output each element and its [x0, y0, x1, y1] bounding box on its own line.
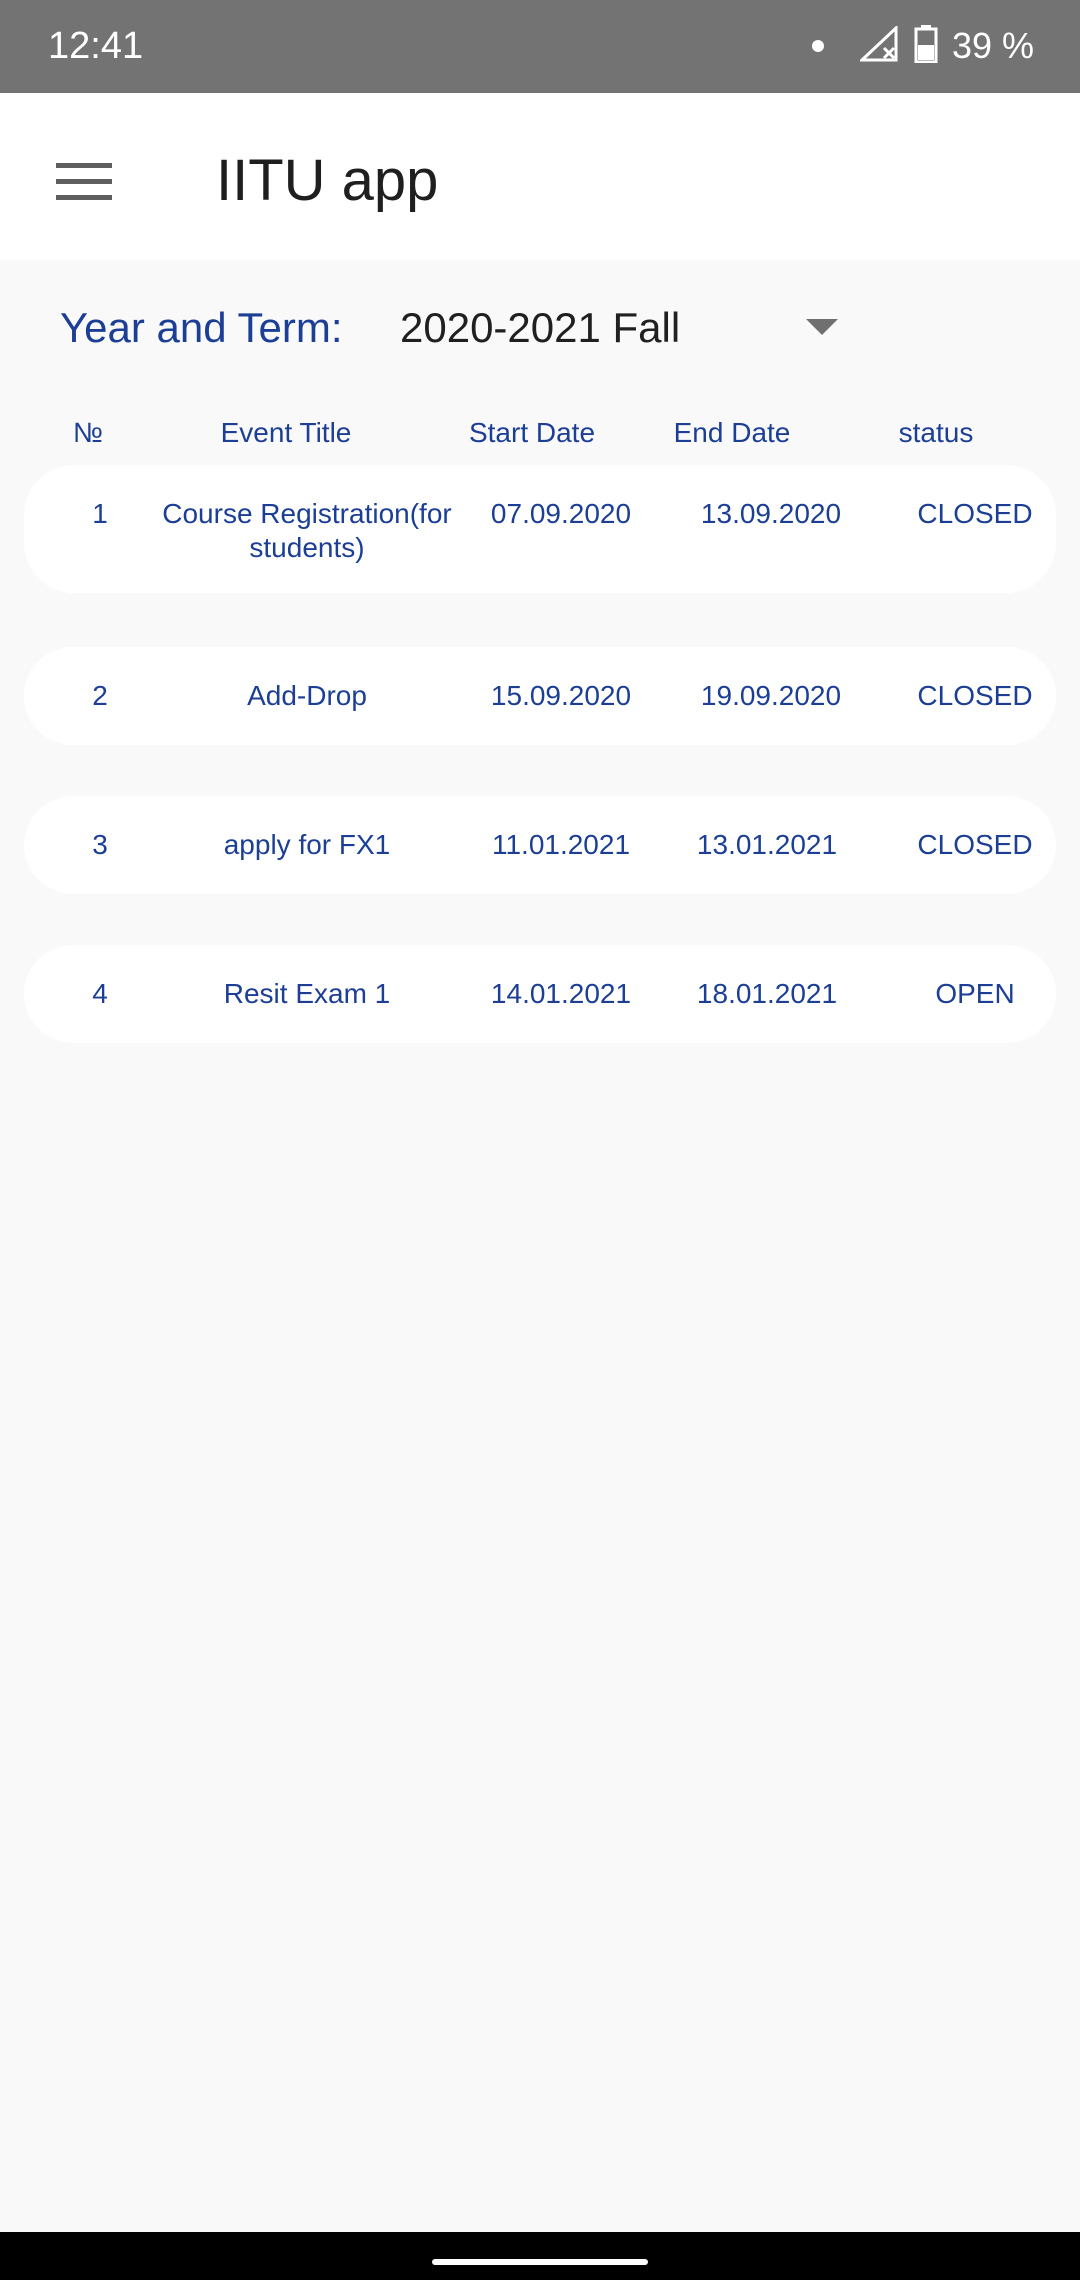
row-number: 3: [92, 829, 108, 860]
table-header: № Event Title Start Date End Date status: [0, 408, 1080, 458]
table-row[interactable]: 2 Add-Drop 15.09.2020 19.09.2020 CLOSED: [24, 647, 1056, 745]
row-end-date: 13.09.2020: [700, 498, 842, 529]
row-start-date: 14.01.2021: [490, 978, 632, 1009]
row-event-title: Add-Drop: [247, 680, 367, 711]
notification-dot-icon: [811, 40, 824, 52]
header-end-date: End Date: [673, 417, 791, 448]
header-status: status: [898, 417, 974, 448]
row-number: 4: [92, 978, 108, 1009]
term-selector-row: Year and Term: 2020-2021 Fall: [0, 260, 1080, 390]
row-start-date: 07.09.2020: [490, 498, 632, 529]
home-indicator[interactable]: [432, 2259, 648, 2265]
row-start-date: 15.09.2020: [490, 680, 632, 711]
row-status: CLOSED: [917, 680, 1033, 711]
app-bar: IITU app: [0, 93, 1080, 260]
row-event-title: apply for FX1: [223, 829, 391, 860]
battery-icon: [914, 24, 938, 68]
row-status: CLOSED: [917, 498, 1033, 529]
header-number: №: [72, 417, 104, 448]
row-end-date: 18.01.2021: [696, 978, 838, 1009]
row-status: CLOSED: [917, 829, 1033, 860]
status-time: 12:41: [48, 25, 144, 67]
status-icons: 39 %: [811, 22, 1034, 70]
row-end-date: 19.09.2020: [700, 680, 842, 711]
row-number: 1: [92, 498, 108, 529]
term-label: Year and Term:: [60, 304, 343, 351]
row-status: OPEN: [935, 978, 1015, 1009]
header-event-title: Event Title: [220, 417, 352, 448]
row-event-title: Course Registration(for students): [162, 498, 452, 563]
hamburger-menu-icon[interactable]: [44, 141, 124, 221]
row-start-date: 11.01.2021: [491, 829, 631, 860]
table-row[interactable]: 4 Resit Exam 1 14.01.2021 18.01.2021 OPE…: [24, 945, 1056, 1043]
row-number: 2: [92, 680, 108, 711]
status-bar: 12:41 39 %: [0, 0, 1080, 93]
page-title: IITU app: [216, 148, 439, 213]
row-end-date: 13.01.2021: [696, 829, 838, 860]
term-dropdown[interactable]: 2020-2021 Fall: [380, 290, 850, 366]
chevron-down-icon: [806, 319, 838, 335]
table-row[interactable]: 1 Course Registration(for students) 07.0…: [24, 465, 1056, 593]
navigation-bar: [0, 2232, 1080, 2280]
signal-off-icon: [858, 24, 900, 67]
term-selected-value: 2020-2021 Fall: [400, 304, 681, 351]
header-start-date: Start Date: [468, 417, 596, 448]
battery-percentage: 39 %: [951, 25, 1034, 66]
table-row[interactable]: 3 apply for FX1 11.01.2021 13.01.2021 CL…: [24, 796, 1056, 894]
row-event-title: Resit Exam 1: [223, 978, 391, 1009]
